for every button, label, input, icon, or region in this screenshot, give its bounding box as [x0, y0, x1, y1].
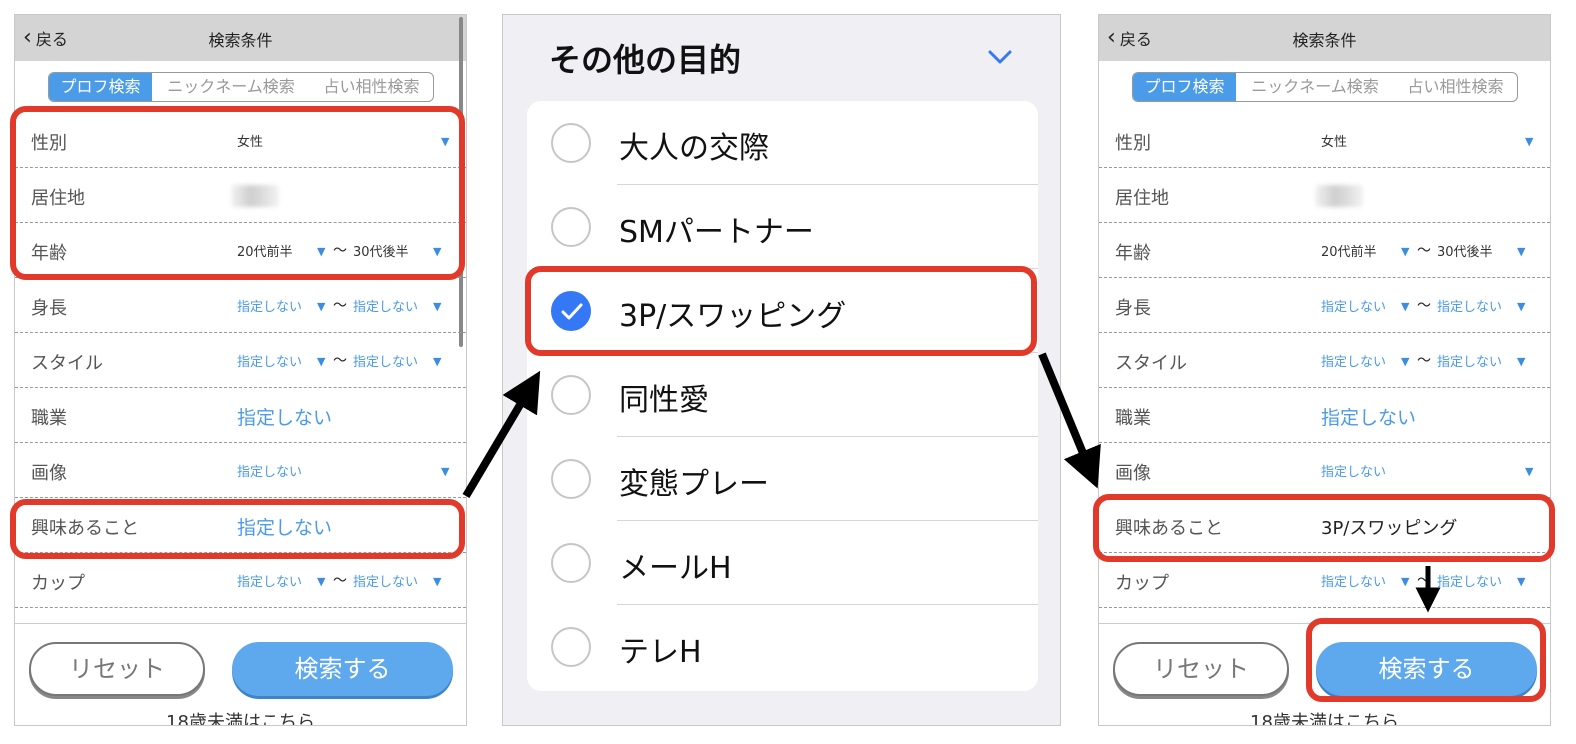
arrow-to-picker: [462, 370, 541, 499]
flow-arrows: [462, 352, 1441, 613]
arrow-to-result: [1038, 352, 1101, 489]
